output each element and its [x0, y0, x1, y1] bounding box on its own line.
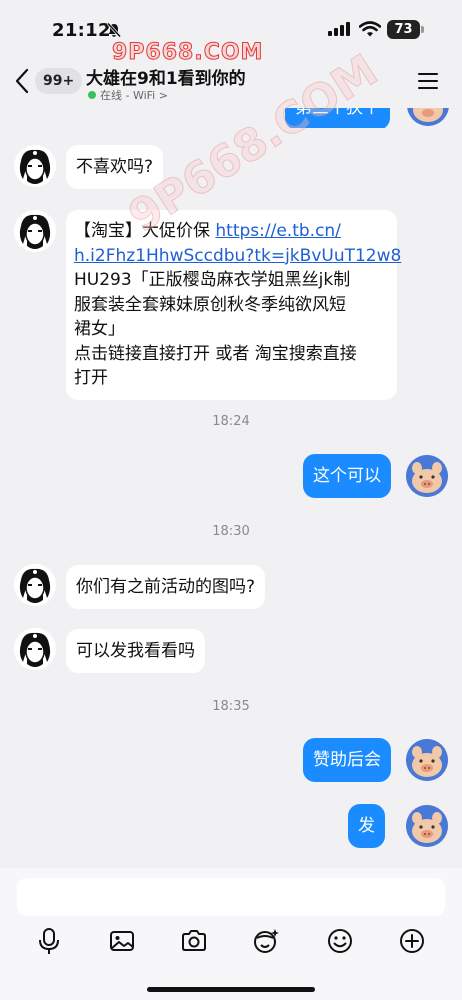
- my-avatar[interactable]: [406, 455, 448, 497]
- portrait-avatar-icon: [14, 210, 56, 252]
- message-bubble-in[interactable]: 你们有之前活动的图吗?: [66, 565, 266, 609]
- battery-tip: [421, 26, 424, 33]
- microphone-icon[interactable]: [34, 926, 64, 956]
- contact-avatar[interactable]: [14, 564, 56, 606]
- my-avatar[interactable]: [406, 739, 448, 781]
- online-status[interactable]: 在线 - WiFi >: [88, 87, 168, 103]
- message-bubble-out[interactable]: 赞助后会: [303, 738, 391, 782]
- my-avatar[interactable]: [406, 805, 448, 847]
- unread-count-badge[interactable]: 99+: [35, 68, 83, 94]
- message-timestamp: 18:35: [212, 699, 250, 714]
- chat-title[interactable]: 大雄在9和1看到你的: [86, 64, 246, 89]
- taobao-text: 点击链接直接打开 或者 淘宝搜索直接: [74, 343, 357, 364]
- status-time: 21:12: [52, 20, 111, 41]
- mute-bell-icon: [106, 22, 122, 38]
- message-input[interactable]: [17, 878, 445, 916]
- pig-avatar-icon: [406, 805, 448, 847]
- contact-avatar[interactable]: [14, 628, 56, 670]
- message-bubble-out[interactable]: 这个可以: [303, 454, 391, 498]
- emoji-icon[interactable]: [325, 926, 355, 956]
- online-status-text: 在线 - WiFi >: [100, 89, 168, 102]
- portrait-avatar-icon: [14, 628, 56, 670]
- plus-icon[interactable]: [397, 926, 427, 956]
- pig-avatar-icon: [406, 739, 448, 781]
- taobao-text: HU293「正版樱岛麻衣学姐黑丝jk制: [74, 270, 351, 290]
- message-bubble-out[interactable]: 发: [348, 804, 385, 848]
- camera-icon[interactable]: [179, 926, 209, 956]
- message-timestamp: 18:24: [212, 414, 250, 429]
- battery-icon: 73: [387, 20, 420, 39]
- taobao-text: 裙女」: [74, 319, 125, 339]
- taobao-link[interactable]: https://e.tb.cn/: [215, 221, 341, 241]
- message-bubble-out[interactable]: 第三个狭个: [285, 108, 390, 128]
- home-indicator[interactable]: [147, 987, 315, 992]
- back-chevron-icon[interactable]: [14, 68, 30, 94]
- menu-icon[interactable]: [418, 72, 438, 90]
- scroll-clip: 第三个狭个: [0, 108, 462, 128]
- contact-avatar[interactable]: [14, 145, 56, 187]
- message-timestamp: 18:30: [212, 524, 250, 539]
- portrait-avatar-icon: [14, 145, 56, 187]
- message-bubble-in[interactable]: 可以发我看看吗: [66, 629, 205, 673]
- portrait-avatar-icon: [14, 564, 56, 606]
- pig-avatar-icon: [406, 455, 448, 497]
- taobao-link[interactable]: h.i2Fhz1HhwSccdbu?tk=jkBvUuT12w8: [74, 246, 401, 266]
- my-avatar[interactable]: [407, 108, 449, 126]
- image-icon[interactable]: [107, 926, 137, 956]
- watermark-text: 9P668.COM: [111, 40, 264, 66]
- taobao-line-1: 【淘宝】大促价保 https://e.tb.cn/: [74, 221, 341, 241]
- message-bubble-in[interactable]: 不喜欢吗?: [66, 145, 164, 189]
- contact-avatar[interactable]: [14, 210, 56, 252]
- taobao-text: 服套装全套辣妹原创秋冬季纯欲风短: [74, 294, 346, 315]
- message-composer: [0, 868, 462, 1000]
- pig-avatar-icon: [407, 108, 449, 126]
- sticker-icon[interactable]: [251, 926, 281, 956]
- cellular-signal-icon: [328, 22, 350, 36]
- taobao-text: 打开: [74, 368, 108, 388]
- wifi-icon: [359, 21, 381, 37]
- online-dot: [88, 91, 96, 99]
- message-bubble-link[interactable]: 【淘宝】大促价保 https://e.tb.cn/ h.i2Fhz1HhwScc…: [66, 210, 401, 400]
